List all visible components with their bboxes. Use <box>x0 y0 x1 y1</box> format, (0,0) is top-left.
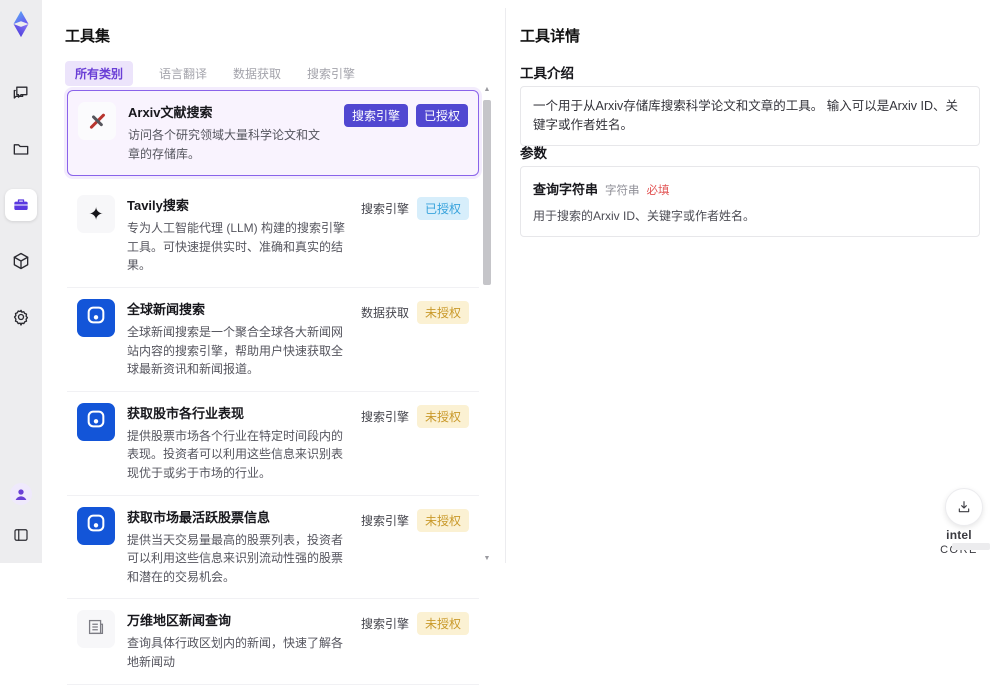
scroll-down-arrow[interactable]: ▼ <box>483 555 491 563</box>
scrollbar-thumb[interactable] <box>483 100 491 285</box>
param-card: 查询字符串 字符串 必填 用于搜索的Arxiv ID、关键字或作者姓名。 <box>520 166 980 237</box>
intel-wordmark: intel <box>946 528 972 542</box>
left-rail <box>0 0 42 563</box>
page-title: 工具集 <box>65 28 111 45</box>
tool-row-tavily[interactable]: ✦ Tavily搜索 专为人工智能代理 (LLM) 构建的搜索引擎工具。可快速提… <box>67 184 479 288</box>
tool-list: Arxiv文献搜索 访问各个研究领域大量科学论文和文章的存储库。 搜索引擎 已授… <box>67 90 479 685</box>
tool-description: 专为人工智能代理 (LLM) 构建的搜索引擎工具。可快速提供实时、准确和真实的结… <box>127 221 346 273</box>
tool-name: 全球新闻搜索 <box>127 301 206 317</box>
tab-language-translation[interactable]: 语言翻译 <box>159 61 207 86</box>
category-label: 搜索引擎 <box>360 202 409 217</box>
app-logo-icon <box>13 10 29 38</box>
category-label: 搜索引擎 <box>360 409 409 424</box>
tab-all-categories[interactable]: 所有类别 <box>65 61 134 86</box>
tool-name: 获取市场最活跃股票信息 <box>127 509 271 525</box>
tool-row-active-stocks[interactable]: 获取市场最活跃股票信息 提供当天交易量最高的股票列表，投资者可以利用这些信息来识… <box>67 495 479 600</box>
stock-app-icon <box>77 402 115 441</box>
auth-status-badge: 未授权 <box>416 300 469 324</box>
chat-icon <box>13 86 28 99</box>
download-button[interactable] <box>945 488 983 526</box>
params-heading: 参数 <box>520 146 547 161</box>
category-label: 数据获取 <box>360 305 409 320</box>
scroll-up-arrow[interactable]: ▲ <box>483 86 491 94</box>
auth-status-badge: 已授权 <box>415 104 468 127</box>
tool-row-global-news[interactable]: 全球新闻搜索 全球新闻搜索是一个聚合全球各大新闻网站内容的搜索引擎，帮助用户快速… <box>67 287 479 392</box>
user-avatar[interactable] <box>10 483 32 505</box>
tavily-star-icon: ✦ <box>77 195 115 234</box>
folder-icon <box>13 144 29 155</box>
cube-icon <box>13 252 29 270</box>
category-label: 搜索引擎 <box>360 513 409 528</box>
details-title: 工具详情 <box>520 28 581 45</box>
auth-status-badge: 已授权 <box>416 197 469 221</box>
tool-description: 提供当天交易量最高的股票列表，投资者可以利用这些信息来识别流动性强的股票和潜在的… <box>127 532 344 584</box>
tool-name: Tavily搜索 <box>127 198 189 214</box>
tool-name: Arxiv文献搜索 <box>128 105 213 120</box>
category-tabs: 所有类别 语言翻译 数据获取 搜索引擎 <box>65 61 355 86</box>
global-news-app-icon <box>77 298 115 337</box>
tab-data-fetching[interactable]: 数据获取 <box>233 61 281 86</box>
tool-details-panel: 工具详情 工具介绍 一个用于从Arxiv存储库搜索科学论文和文章的工具。 输入可… <box>506 8 1000 563</box>
user-icon <box>15 489 27 500</box>
intel-core-logo: intel core <box>928 528 990 556</box>
tool-list-panel: 工具集 所有类别 语言翻译 数据获取 搜索引擎 Arxiv文献搜索 访问各个研究… <box>42 8 505 685</box>
param-type: 字符串 <box>605 185 640 197</box>
intro-text-box: 一个用于从Arxiv存储库搜索科学论文和文章的工具。 输入可以是Arxiv ID… <box>520 86 980 146</box>
tool-name: 获取股市各行业表现 <box>127 405 245 421</box>
tool-name: 万维地区新闻查询 <box>127 613 232 629</box>
nav-chat-button[interactable] <box>5 77 37 109</box>
tool-description: 全球新闻搜索是一个聚合全球各大新闻网站内容的搜索引擎，帮助用户快速获取全球最新资… <box>127 324 344 377</box>
auth-status-badge: 未授权 <box>416 404 469 428</box>
arxiv-logo-icon <box>78 102 116 140</box>
param-required-flag: 必填 <box>646 185 670 197</box>
nav-tools-button[interactable] <box>5 189 37 221</box>
param-description: 用于搜索的Arxiv ID、关键字或作者姓名。 <box>533 209 756 223</box>
intro-heading: 工具介绍 <box>520 66 574 81</box>
tool-row-regional-news[interactable]: 万维地区新闻查询 查询具体行政区划内的新闻，快速了解各地新闻动 搜索引擎 未授权 <box>67 599 479 685</box>
tool-row-stock-sectors[interactable]: 获取股市各行业表现 提供股票市场各个行业在特定时间段内的表现。投资者可以利用这些… <box>67 391 479 496</box>
panel-toggle-icon <box>14 529 28 541</box>
nav-packages-button[interactable] <box>5 245 37 277</box>
nav-settings-button[interactable] <box>5 301 37 333</box>
tool-description: 查询具体行政区划内的新闻，快速了解各地新闻动 <box>127 636 344 669</box>
tab-search-engine[interactable]: 搜索引擎 <box>307 61 355 86</box>
newspaper-icon <box>77 610 115 649</box>
download-icon <box>958 501 970 513</box>
stock-app-icon <box>77 506 115 545</box>
param-name: 查询字符串 <box>533 182 599 197</box>
auth-status-badge: 未授权 <box>416 508 469 532</box>
tool-description: 提供股票市场各个行业在特定时间段内的表现。投资者可以利用这些信息来识别表现优于或… <box>127 428 344 480</box>
collapse-sidebar-button[interactable] <box>5 519 37 551</box>
gear-icon <box>13 309 29 326</box>
briefcase-icon <box>13 199 29 210</box>
intel-badge-smudge <box>952 543 990 550</box>
category-badge: 搜索引擎 <box>343 104 408 127</box>
list-scrollbar[interactable]: ▲ ▼ <box>482 86 492 563</box>
auth-status-badge: 未授权 <box>416 612 469 636</box>
tool-row-arxiv[interactable]: Arxiv文献搜索 访问各个研究领域大量科学论文和文章的存储库。 搜索引擎 已授… <box>67 90 479 177</box>
tool-description: 访问各个研究领域大量科学论文和文章的存储库。 <box>128 128 321 161</box>
category-label: 搜索引擎 <box>360 617 409 632</box>
nav-files-button[interactable] <box>5 133 37 165</box>
